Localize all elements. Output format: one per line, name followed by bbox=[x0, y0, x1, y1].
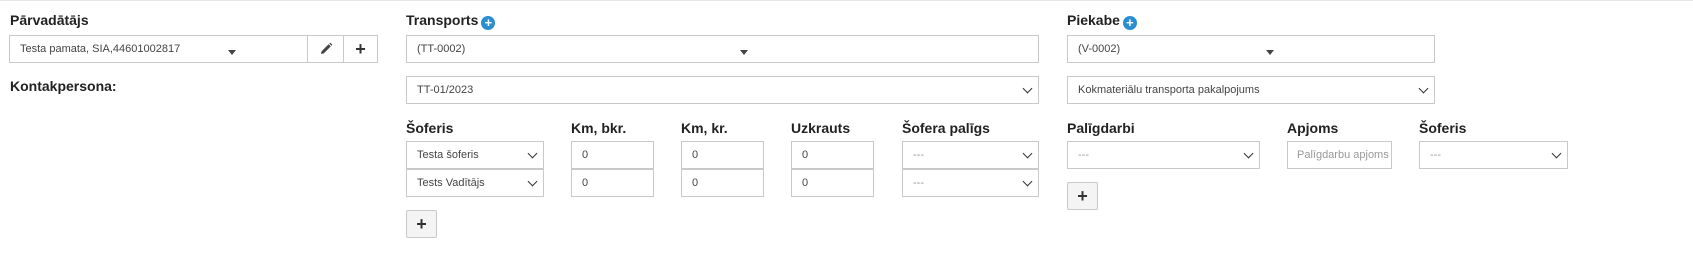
driver-select-value: Testa šoferis bbox=[417, 149, 479, 161]
chevron-down-icon bbox=[1418, 83, 1429, 94]
transport-document-value: TT-01/2023 bbox=[417, 84, 474, 96]
aux-driver-value: --- bbox=[1430, 149, 1441, 161]
caret-down-icon bbox=[1266, 50, 1274, 55]
caret-down-icon bbox=[228, 50, 236, 55]
add-carrier-button[interactable]: + bbox=[343, 35, 378, 63]
chevron-down-icon bbox=[527, 176, 538, 187]
transport-select[interactable]: (TT-0002) bbox=[406, 35, 1039, 63]
assistant-header: Šofera palīgs bbox=[902, 120, 990, 136]
add-transport-icon[interactable]: + bbox=[481, 16, 496, 30]
edit-carrier-button[interactable] bbox=[307, 35, 344, 63]
km-start-value: 0 bbox=[582, 177, 589, 189]
trailer-label: Piekabe bbox=[1067, 12, 1120, 28]
aux-amount-input[interactable]: Palīgdarbu apjoms bbox=[1287, 141, 1392, 169]
transport-select-value: (TT-0002) bbox=[417, 43, 466, 55]
km-end-value: 0 bbox=[692, 177, 699, 189]
carrier-select-value: Testa pamata, SIA,44601002817 bbox=[20, 43, 181, 55]
carrier-label: Pārvadātājs bbox=[10, 12, 89, 28]
km-end-input[interactable]: 0 bbox=[681, 169, 764, 197]
trailer-label-wrap: Piekabe + bbox=[1067, 12, 1137, 30]
driver-select[interactable]: Tests Vadītājs bbox=[406, 169, 544, 197]
driver-header: Šoferis bbox=[406, 120, 454, 136]
transport-document-select[interactable]: TT-01/2023 bbox=[406, 76, 1039, 104]
km-end-header: Km, kr. bbox=[681, 120, 728, 136]
aux-amount-header: Apjoms bbox=[1287, 120, 1339, 136]
add-driver-button[interactable]: + bbox=[406, 210, 437, 238]
loaded-header: Uzkrauts bbox=[791, 120, 851, 136]
aux-driver-header: Šoferis bbox=[1419, 120, 1467, 136]
chevron-down-icon bbox=[1022, 83, 1033, 94]
trailer-select[interactable]: (V-0002) bbox=[1067, 35, 1435, 63]
trailer-select-value: (V-0002) bbox=[1078, 43, 1121, 55]
assistant-select-value: --- bbox=[913, 149, 924, 161]
transport-label-wrap: Transports + bbox=[406, 12, 496, 30]
km-start-input[interactable]: 0 bbox=[571, 141, 654, 169]
loaded-value: 0 bbox=[802, 149, 809, 161]
aux-work-select[interactable]: --- bbox=[1067, 141, 1260, 169]
chevron-down-icon bbox=[1022, 176, 1033, 187]
service-select-value: Kokmateriālu transporta pakalpojums bbox=[1078, 84, 1260, 96]
aux-amount-placeholder: Palīgdarbu apjoms bbox=[1297, 149, 1389, 161]
chevron-down-icon bbox=[1551, 148, 1562, 159]
aux-work-header: Palīgdarbi bbox=[1067, 120, 1135, 136]
loaded-input[interactable]: 0 bbox=[791, 141, 874, 169]
assistant-select[interactable]: --- bbox=[902, 141, 1039, 169]
add-aux-work-button[interactable]: + bbox=[1067, 182, 1098, 210]
km-end-value: 0 bbox=[692, 149, 699, 161]
driver-select-value: Tests Vadītājs bbox=[417, 177, 485, 189]
contact-person-label: Kontakpersona: bbox=[10, 78, 117, 94]
carrier-select[interactable]: Testa pamata, SIA,44601002817 bbox=[9, 35, 308, 63]
km-start-value: 0 bbox=[582, 149, 589, 161]
transport-label: Transports bbox=[406, 12, 479, 28]
caret-down-icon bbox=[740, 50, 748, 55]
loaded-value: 0 bbox=[802, 177, 809, 189]
aux-work-value: --- bbox=[1078, 149, 1089, 161]
loaded-input[interactable]: 0 bbox=[791, 169, 874, 197]
chevron-down-icon bbox=[1243, 148, 1254, 159]
assistant-select[interactable]: --- bbox=[902, 169, 1039, 197]
top-divider bbox=[0, 0, 1693, 1]
driver-select[interactable]: Testa šoferis bbox=[406, 141, 544, 169]
pencil-icon bbox=[320, 42, 332, 54]
chevron-down-icon bbox=[1022, 148, 1033, 159]
plus-icon: + bbox=[355, 38, 366, 59]
add-trailer-icon[interactable]: + bbox=[1122, 16, 1137, 30]
km-end-input[interactable]: 0 bbox=[681, 141, 764, 169]
assistant-select-value: --- bbox=[913, 177, 924, 189]
km-start-header: Km, bkr. bbox=[571, 120, 627, 136]
km-start-input[interactable]: 0 bbox=[571, 169, 654, 197]
chevron-down-icon bbox=[527, 148, 538, 159]
service-select[interactable]: Kokmateriālu transporta pakalpojums bbox=[1067, 76, 1435, 104]
aux-driver-select[interactable]: --- bbox=[1419, 141, 1568, 169]
